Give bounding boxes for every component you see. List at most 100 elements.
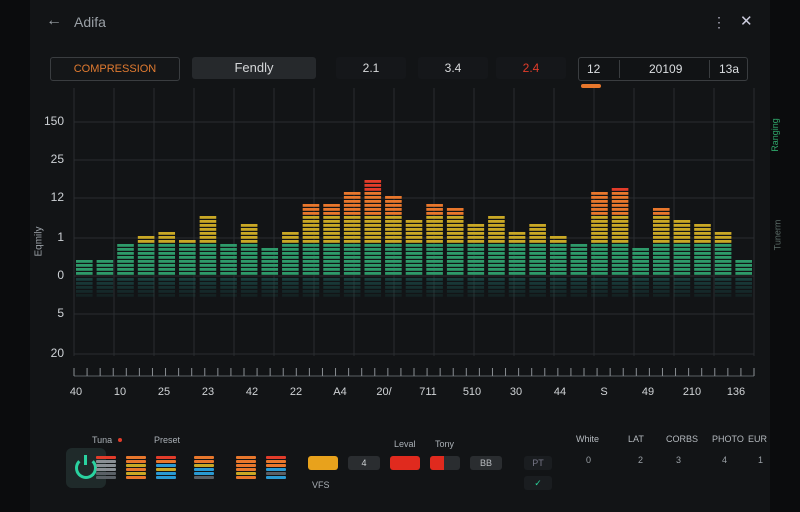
y-tick-label: 12 [50,190,64,204]
meter-strip [96,456,116,480]
toolbar: COMPRESSION Fendly 2.1 3.4 2.4 12 20109 … [50,57,750,81]
bar [385,196,402,297]
x-tick-label: 510 [462,386,482,398]
meter-strip [236,456,256,480]
x-tick-label: 711 [419,386,437,398]
stat-value: 1 [758,455,764,465]
group-value-3[interactable]: 13a [719,58,739,80]
x-tick-label: 42 [245,386,259,398]
stat-header: EUR [748,434,768,444]
bar [508,232,526,297]
x-tick-label: 49 [641,386,655,398]
bar [570,244,588,297]
bar [240,224,258,297]
app-title: Adifa [74,14,106,30]
x-tick-label: 210 [682,386,702,398]
right-tab-1[interactable]: Ranging [770,118,780,152]
value-a-button[interactable]: 2.1 [336,57,406,79]
more-icon[interactable]: ⋮ [712,14,726,31]
gray-toggle[interactable] [430,456,460,470]
group-value-1[interactable]: 12 [587,58,600,80]
record-indicator [118,438,122,442]
bar [549,236,567,297]
x-tick-label: 25 [157,386,171,398]
chart-svg [73,88,755,377]
bar [652,208,670,297]
bar [467,224,485,297]
bar [529,224,546,297]
bar [302,204,320,297]
x-tick-label: 10 [113,386,127,398]
stat-header: White [576,434,600,444]
level-label: Leval [394,439,416,449]
right-edge-panel: Ranging Tunerm [770,100,800,300]
bar [364,180,382,297]
bb-button[interactable]: BB [470,456,502,470]
x-tick-label: 20/ [376,386,392,398]
mode-button[interactable]: Fendly [192,57,316,79]
bar [405,220,423,297]
pt-button[interactable]: PT [524,456,552,470]
x-tick-label: 136 [726,386,746,398]
x-tick-label: S [600,386,608,398]
spectrum-chart: Eqmily 150 25 12 1 0 5 20 40 10 25 23 42 22 A4 20/711… [30,88,770,408]
value-group: 12 20109 13a [578,57,748,81]
bar [714,232,732,297]
bar [343,192,361,297]
meter-strip [266,456,286,480]
x-tick-label: 30 [509,386,523,398]
step-button[interactable]: 4 [348,456,380,470]
bar [488,216,505,297]
y-tick-label: 0 [57,268,64,282]
stat-value: 4 [722,455,728,465]
stat-header: LAT [628,434,644,444]
x-tick-label: 22 [289,386,303,398]
value-b-button[interactable]: 3.4 [418,57,488,79]
value-c-button[interactable]: 2.4 [496,57,566,79]
bar [694,224,711,297]
meter-strip [126,456,146,480]
x-tick-label: 23 [201,386,215,398]
compression-button[interactable]: COMPRESSION [50,57,180,81]
bar [735,260,752,297]
meter-strip [194,456,214,480]
bar [117,244,134,297]
y-tick-label: 25 [50,152,64,166]
stat-header: PHOTO [712,434,744,444]
bar [446,208,464,297]
title-bar: ← Adifa ⋮ ✕ [30,8,770,38]
group-value-2[interactable]: 20109 [649,58,682,80]
stat-value: 0 [586,455,592,465]
meter-strip [156,456,176,480]
bar [261,248,279,297]
x-tick-label: 44 [553,386,567,398]
y-tick-label: 150 [43,114,64,128]
bar [673,220,691,297]
red-toggle-1[interactable] [390,456,420,470]
confirm-button[interactable]: ✓ [524,476,552,490]
right-tab-2[interactable]: Tunerm [772,220,782,251]
vfs-label: VFS [312,480,330,490]
bar [323,204,340,297]
bar [611,188,629,297]
y-tick-label: 1 [57,230,64,244]
y-tick-label: 5 [57,306,64,320]
bar [426,204,443,297]
bar [76,260,93,297]
bar [137,236,155,297]
tony-label: Tony [435,439,455,449]
tune-label: Tuna [92,435,113,445]
back-arrow-icon[interactable]: ← [46,12,62,30]
x-tick-label: A4 [333,386,347,398]
bar [158,232,176,297]
bar [179,240,196,297]
stat-header: CORBS [666,434,699,444]
stat-value: 3 [676,455,682,465]
close-icon[interactable]: ✕ [740,12,753,30]
bar [282,232,299,297]
preset-label: Preset [154,435,181,445]
bar [632,248,649,297]
app-window: ← Adifa ⋮ ✕ COMPRESSION Fendly 2.1 3.4 2… [30,0,770,512]
amber-toggle[interactable] [308,456,338,470]
bar [199,216,217,297]
